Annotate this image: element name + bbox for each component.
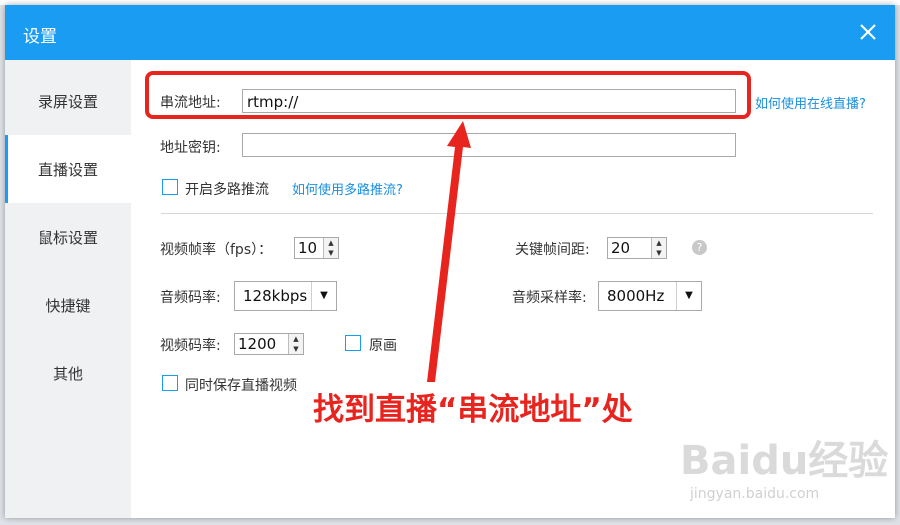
- annotation-text: 找到直播“串流地址”处: [313, 392, 633, 428]
- watermark-url: jingyan.baidu.com: [690, 486, 820, 502]
- watermark-logo: Baidu经验: [680, 438, 889, 484]
